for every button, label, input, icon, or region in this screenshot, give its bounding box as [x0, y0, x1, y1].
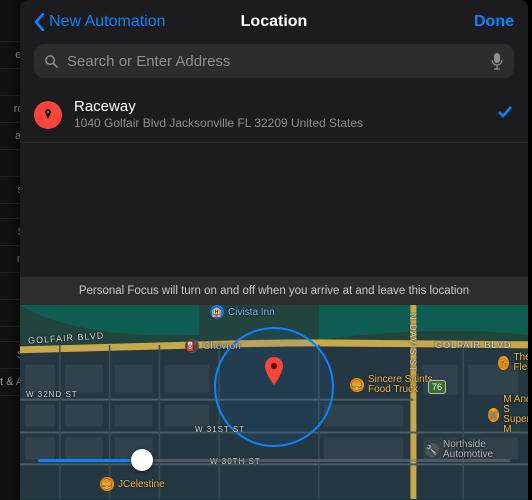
- result-title: Raceway: [74, 98, 484, 116]
- lodging-icon: 🏨: [210, 305, 224, 319]
- info-banner: Personal Focus will turn on and off when…: [20, 277, 528, 305]
- map-poi[interactable]: 🍔JCelestine: [100, 477, 165, 491]
- map-pin-icon: [34, 101, 62, 129]
- road-label: N DAVIS ST: [408, 313, 418, 372]
- map-poi[interactable]: 🛒M And S Super M: [488, 395, 528, 435]
- result-subtitle: 1040 Golfair Blvd Jacksonville FL 32209 …: [74, 116, 484, 132]
- search-input[interactable]: [67, 53, 482, 70]
- location-result-row[interactable]: Raceway 1040 Golfair Blvd Jacksonville F…: [20, 88, 528, 143]
- road-label: W 32ND ST: [26, 390, 78, 399]
- checkmark-icon: [496, 103, 514, 126]
- dictate-icon[interactable]: [490, 52, 504, 70]
- fuel-icon: ⛽: [185, 339, 199, 353]
- search-field[interactable]: [34, 44, 514, 78]
- geofence-radius-slider[interactable]: [38, 448, 510, 472]
- map-poi[interactable]: 🍔Sincere Saints Food Truck: [350, 375, 433, 395]
- slider-track: [38, 459, 510, 462]
- search-icon: [44, 54, 59, 69]
- slider-thumb[interactable]: [131, 449, 153, 471]
- map-poi[interactable]: ⛽Chevron: [185, 339, 241, 353]
- chevron-left-icon: [34, 13, 45, 31]
- center-location-pin-icon: [263, 357, 285, 387]
- map-poi[interactable]: 🛍The Flea: [498, 353, 528, 373]
- road-label: W 31ST ST: [195, 425, 245, 434]
- modal-header: New Automation Location Done: [20, 0, 528, 44]
- back-button[interactable]: New Automation: [34, 13, 166, 31]
- location-modal: New Automation Location Done Raceway 104…: [20, 0, 528, 500]
- done-button[interactable]: Done: [474, 13, 514, 31]
- food-icon: 🍔: [350, 378, 364, 392]
- map-view[interactable]: GOLFAIR BLVD GOLFAIR BLVD N DAVIS ST W 3…: [20, 305, 528, 500]
- back-label: New Automation: [49, 13, 166, 31]
- route-shield: 76: [428, 380, 446, 394]
- food-icon: 🍔: [100, 477, 114, 491]
- slider-fill: [38, 459, 142, 462]
- map-poi[interactable]: 🏨Civista Inn: [210, 305, 275, 319]
- store-icon: 🛍: [498, 356, 509, 370]
- store-icon: 🛒: [488, 408, 499, 422]
- road-label: GOLFAIR BLVD: [435, 340, 511, 350]
